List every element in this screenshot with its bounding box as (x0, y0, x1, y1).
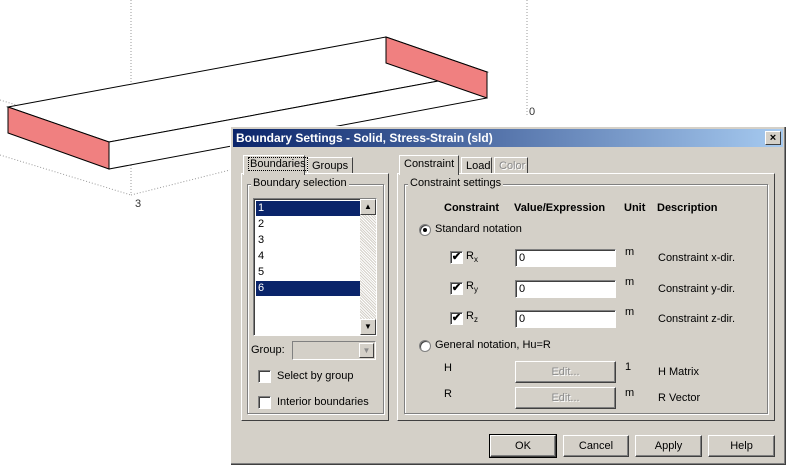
list-item[interactable]: 1 (256, 201, 360, 216)
scroll-up-button[interactable]: ▲ (360, 199, 376, 215)
h-label: H (444, 362, 452, 374)
ry-checkbox[interactable]: ✔ (450, 282, 463, 295)
interior-boundaries-label: Interior boundaries (277, 396, 369, 408)
triangle-down-icon: ▼ (364, 322, 372, 331)
standard-notation-radio[interactable] (419, 224, 431, 236)
boundary-selection-title: Boundary selection (251, 177, 349, 189)
group-label: Group: (251, 344, 285, 356)
chevron-down-icon[interactable]: ▼ (359, 343, 374, 358)
h-description: H Matrix (658, 366, 699, 378)
list-item[interactable]: 2 (256, 217, 360, 232)
header-value: Value/Expression (514, 202, 606, 214)
boundary-settings-dialog: Boundary Settings - Solid, Stress-Strain… (230, 126, 786, 465)
r-description: R Vector (658, 392, 701, 404)
constraint-panel: Constraint settings Constraint Value/Exp… (397, 173, 775, 421)
axis-tick-label: 0 (529, 106, 536, 118)
triangle-up-icon: ▲ (364, 202, 372, 211)
rx-value-field[interactable]: 0 (515, 249, 616, 267)
header-description: Description (657, 202, 718, 214)
rz-checkbox[interactable]: ✔ (450, 312, 463, 325)
select-by-group-checkbox[interactable] (258, 370, 271, 383)
list-item[interactable]: 5 (256, 265, 360, 280)
axis-tick-label: 3 (135, 198, 142, 210)
header-constraint: Constraint (444, 202, 499, 214)
h-edit-button[interactable]: Edit... (515, 361, 616, 383)
boundary-listbox[interactable]: 1 2 3 4 5 6 ▲ ▼ (253, 198, 377, 336)
rx-description: Constraint x-dir. (658, 252, 736, 264)
dialog-title: Boundary Settings - Solid, Stress-Strain… (236, 131, 493, 145)
tab-constraint-label: Constraint (404, 158, 455, 170)
tab-load-label: Load (466, 160, 491, 172)
rz-description: Constraint z-dir. (658, 313, 736, 325)
general-notation-radio[interactable] (419, 340, 431, 352)
r-unit: m (625, 387, 635, 399)
tab-boundaries[interactable]: Boundaries (243, 155, 308, 175)
r-edit-button[interactable]: Edit... (515, 387, 616, 409)
tab-groups-label: Groups (312, 160, 349, 172)
tab-boundaries-label: Boundaries (248, 157, 308, 171)
axis-dotted-line (130, 169, 231, 196)
close-icon: × (769, 132, 777, 144)
list-item[interactable]: 3 (256, 233, 360, 248)
standard-notation-label: Standard notation (435, 223, 522, 235)
tab-color-label: Color (499, 160, 526, 172)
apply-button[interactable]: Apply (635, 435, 702, 457)
select-by-group-label: Select by group (277, 370, 354, 382)
group-select[interactable]: ▼ (292, 341, 376, 360)
rz-value-field[interactable]: 0 (515, 310, 616, 328)
listbox-scrollbar[interactable]: ▲ ▼ (360, 199, 376, 335)
ry-value-field[interactable]: 0 (515, 280, 616, 298)
h-unit: 1 (625, 361, 632, 373)
general-notation-label: General notation, Hu=R (435, 339, 551, 351)
list-item[interactable]: 4 (256, 249, 360, 264)
tab-constraint[interactable]: Constraint (399, 155, 459, 175)
ok-button[interactable]: OK (489, 434, 557, 458)
scroll-down-button[interactable]: ▼ (360, 319, 376, 335)
rx-unit: m (625, 246, 635, 258)
r-label: R (444, 388, 452, 400)
ry-description: Constraint y-dir. (658, 283, 736, 295)
constraint-settings-title: Constraint settings (408, 177, 504, 189)
ry-label: Ry (466, 280, 478, 295)
rx-label: Rx (466, 250, 478, 265)
header-unit: Unit (624, 202, 646, 214)
rx-checkbox[interactable]: ✔ (450, 251, 463, 264)
dialog-titlebar[interactable]: Boundary Settings - Solid, Stress-Strain… (233, 129, 783, 147)
boundaries-panel: Boundary selection 1 2 3 4 5 6 ▲ ▼ Group… (241, 173, 389, 421)
list-item[interactable]: 6 (256, 281, 360, 296)
rz-unit: m (625, 306, 635, 318)
close-button[interactable]: × (765, 131, 781, 145)
help-button[interactable]: Help (708, 435, 775, 457)
ry-unit: m (625, 276, 635, 288)
rz-label: Rz (466, 310, 478, 325)
interior-boundaries-checkbox[interactable] (258, 396, 271, 409)
cancel-button[interactable]: Cancel (563, 435, 629, 457)
